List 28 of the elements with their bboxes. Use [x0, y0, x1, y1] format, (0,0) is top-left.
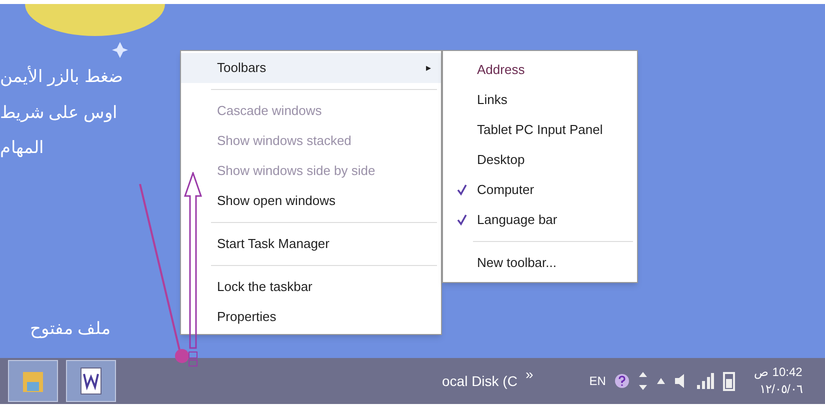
menu-item[interactable]: Show open windows: [181, 186, 441, 216]
menu-item[interactable]: Computer: [443, 175, 637, 205]
toolbar-label[interactable]: ocal Disk (C: [442, 370, 518, 392]
annotation-text: ضغط بالزر الأيمن: [0, 64, 122, 88]
menu-item[interactable]: Lock the taskbar: [181, 272, 441, 302]
menu-item[interactable]: Language bar: [443, 205, 637, 235]
up-caret-icon[interactable]: [656, 377, 666, 385]
clock-date[interactable]: ١٢/٠٥/٠٦: [760, 381, 802, 398]
clock-time[interactable]: 10:42 ص: [754, 364, 802, 381]
document-icon: [80, 367, 102, 395]
menu-item[interactable]: Start Task Manager: [181, 229, 441, 259]
menu-item[interactable]: Properties: [181, 302, 441, 332]
menu-item[interactable]: Desktop: [443, 145, 637, 175]
menu-item[interactable]: New toolbar...: [443, 248, 637, 278]
help-icon[interactable]: [614, 373, 630, 389]
tray-arrows-icon[interactable]: [638, 371, 648, 391]
signal-icon[interactable]: [696, 373, 714, 389]
submenu-item[interactable]: Toolbars ▸: [181, 53, 441, 83]
annotation-text: ملف مفتوح: [30, 318, 111, 340]
menu-item[interactable]: Tablet PC Input Panel: [443, 115, 637, 145]
overflow-chevron[interactable]: »: [525, 364, 534, 384]
annotation-text: اوس على شريط: [0, 102, 118, 124]
battery-icon[interactable]: [722, 371, 736, 391]
word-taskbar-button[interactable]: [66, 360, 116, 402]
language-indicator[interactable]: EN: [589, 372, 606, 390]
annotation-text: المهام: [0, 137, 44, 160]
menu-item[interactable]: Links: [443, 85, 637, 115]
menu-item[interactable]: Address: [443, 55, 637, 85]
